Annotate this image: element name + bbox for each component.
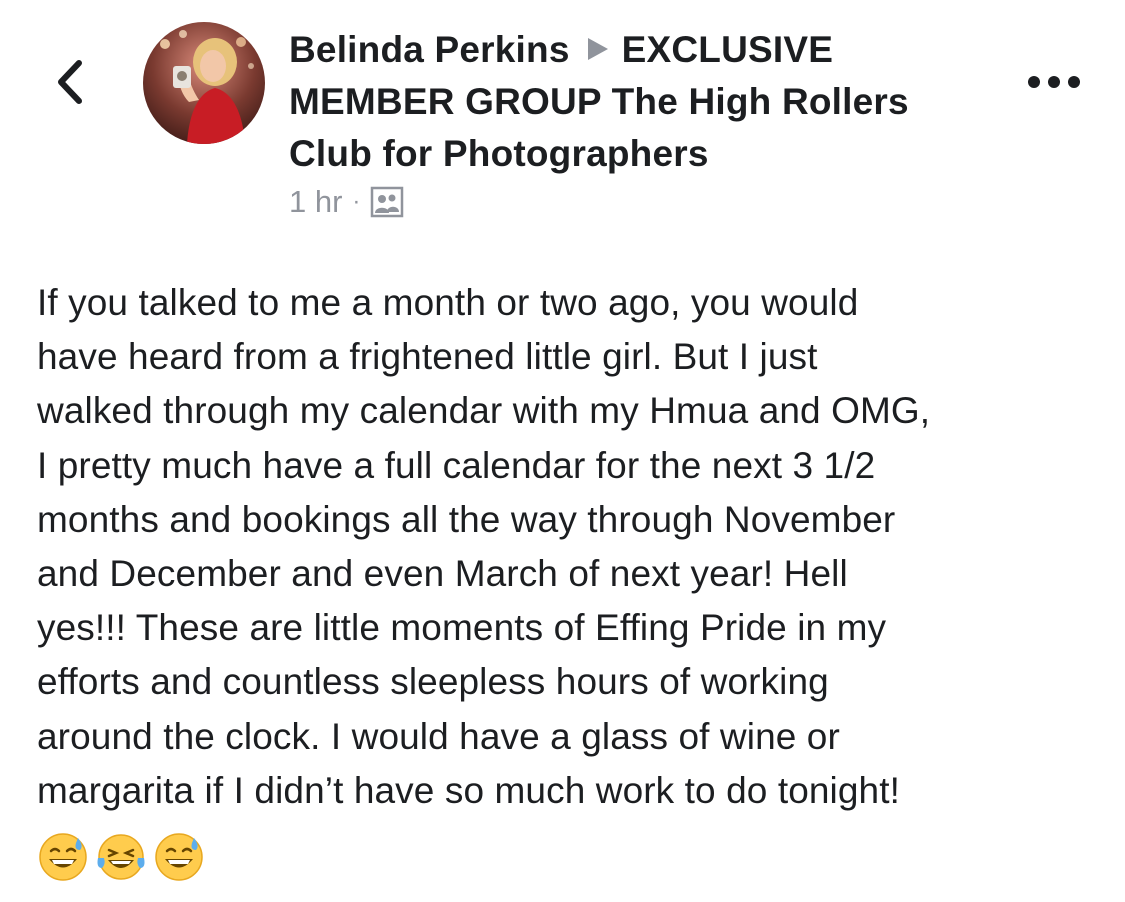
back-button[interactable] <box>48 52 92 112</box>
profile-photo <box>143 22 265 144</box>
emoji-row <box>38 832 204 882</box>
avatar[interactable] <box>143 22 265 144</box>
author-name[interactable]: Belinda Perkins <box>289 29 570 70</box>
post-text: If you talked to me a month or two ago, … <box>37 276 1097 818</box>
post-header: Belinda Perkins EXCLUSIVE MEMBER GROUP Th… <box>289 24 1009 180</box>
grinning-sweat-emoji <box>39 833 87 881</box>
more-horizontal-icon <box>1028 76 1080 88</box>
post-line: have heard from a frightened little girl… <box>37 336 818 378</box>
header-line-1: Belinda Perkins EXCLUSIVE <box>289 24 1009 76</box>
post-meta: 1 hr · <box>289 180 404 224</box>
group-name-part-2[interactable]: MEMBER GROUP The High Rollers <box>289 76 1009 128</box>
post-line: margarita if I didn’t have so much work … <box>37 769 900 811</box>
post-line: efforts and countless sleepless hours of… <box>37 661 829 703</box>
meta-separator: · <box>352 188 361 215</box>
group-name-part-1[interactable]: EXCLUSIVE <box>622 29 834 70</box>
post-line: walked through my calendar with my Hmua … <box>37 390 931 432</box>
post-line: around the clock. I would have a glass o… <box>37 715 840 757</box>
post-line: months and bookings all the way through … <box>37 498 896 540</box>
chevron-left-icon <box>58 60 82 104</box>
more-options-button[interactable] <box>1024 62 1084 102</box>
group-members-icon <box>371 186 404 218</box>
tears-of-joy-emoji <box>97 834 145 880</box>
grinning-sweat-emoji <box>155 833 203 881</box>
group-name-part-3[interactable]: Club for Photographers <box>289 128 1009 180</box>
post-timestamp[interactable]: 1 hr <box>289 184 342 220</box>
post-line: and December and even March of next year… <box>37 553 848 595</box>
post-line: If you talked to me a month or two ago, … <box>37 282 859 323</box>
post-line: yes!!! These are little moments of Effin… <box>37 607 887 649</box>
post-line: I pretty much have a full calendar for t… <box>37 444 876 486</box>
triangle-right-icon <box>587 38 608 60</box>
